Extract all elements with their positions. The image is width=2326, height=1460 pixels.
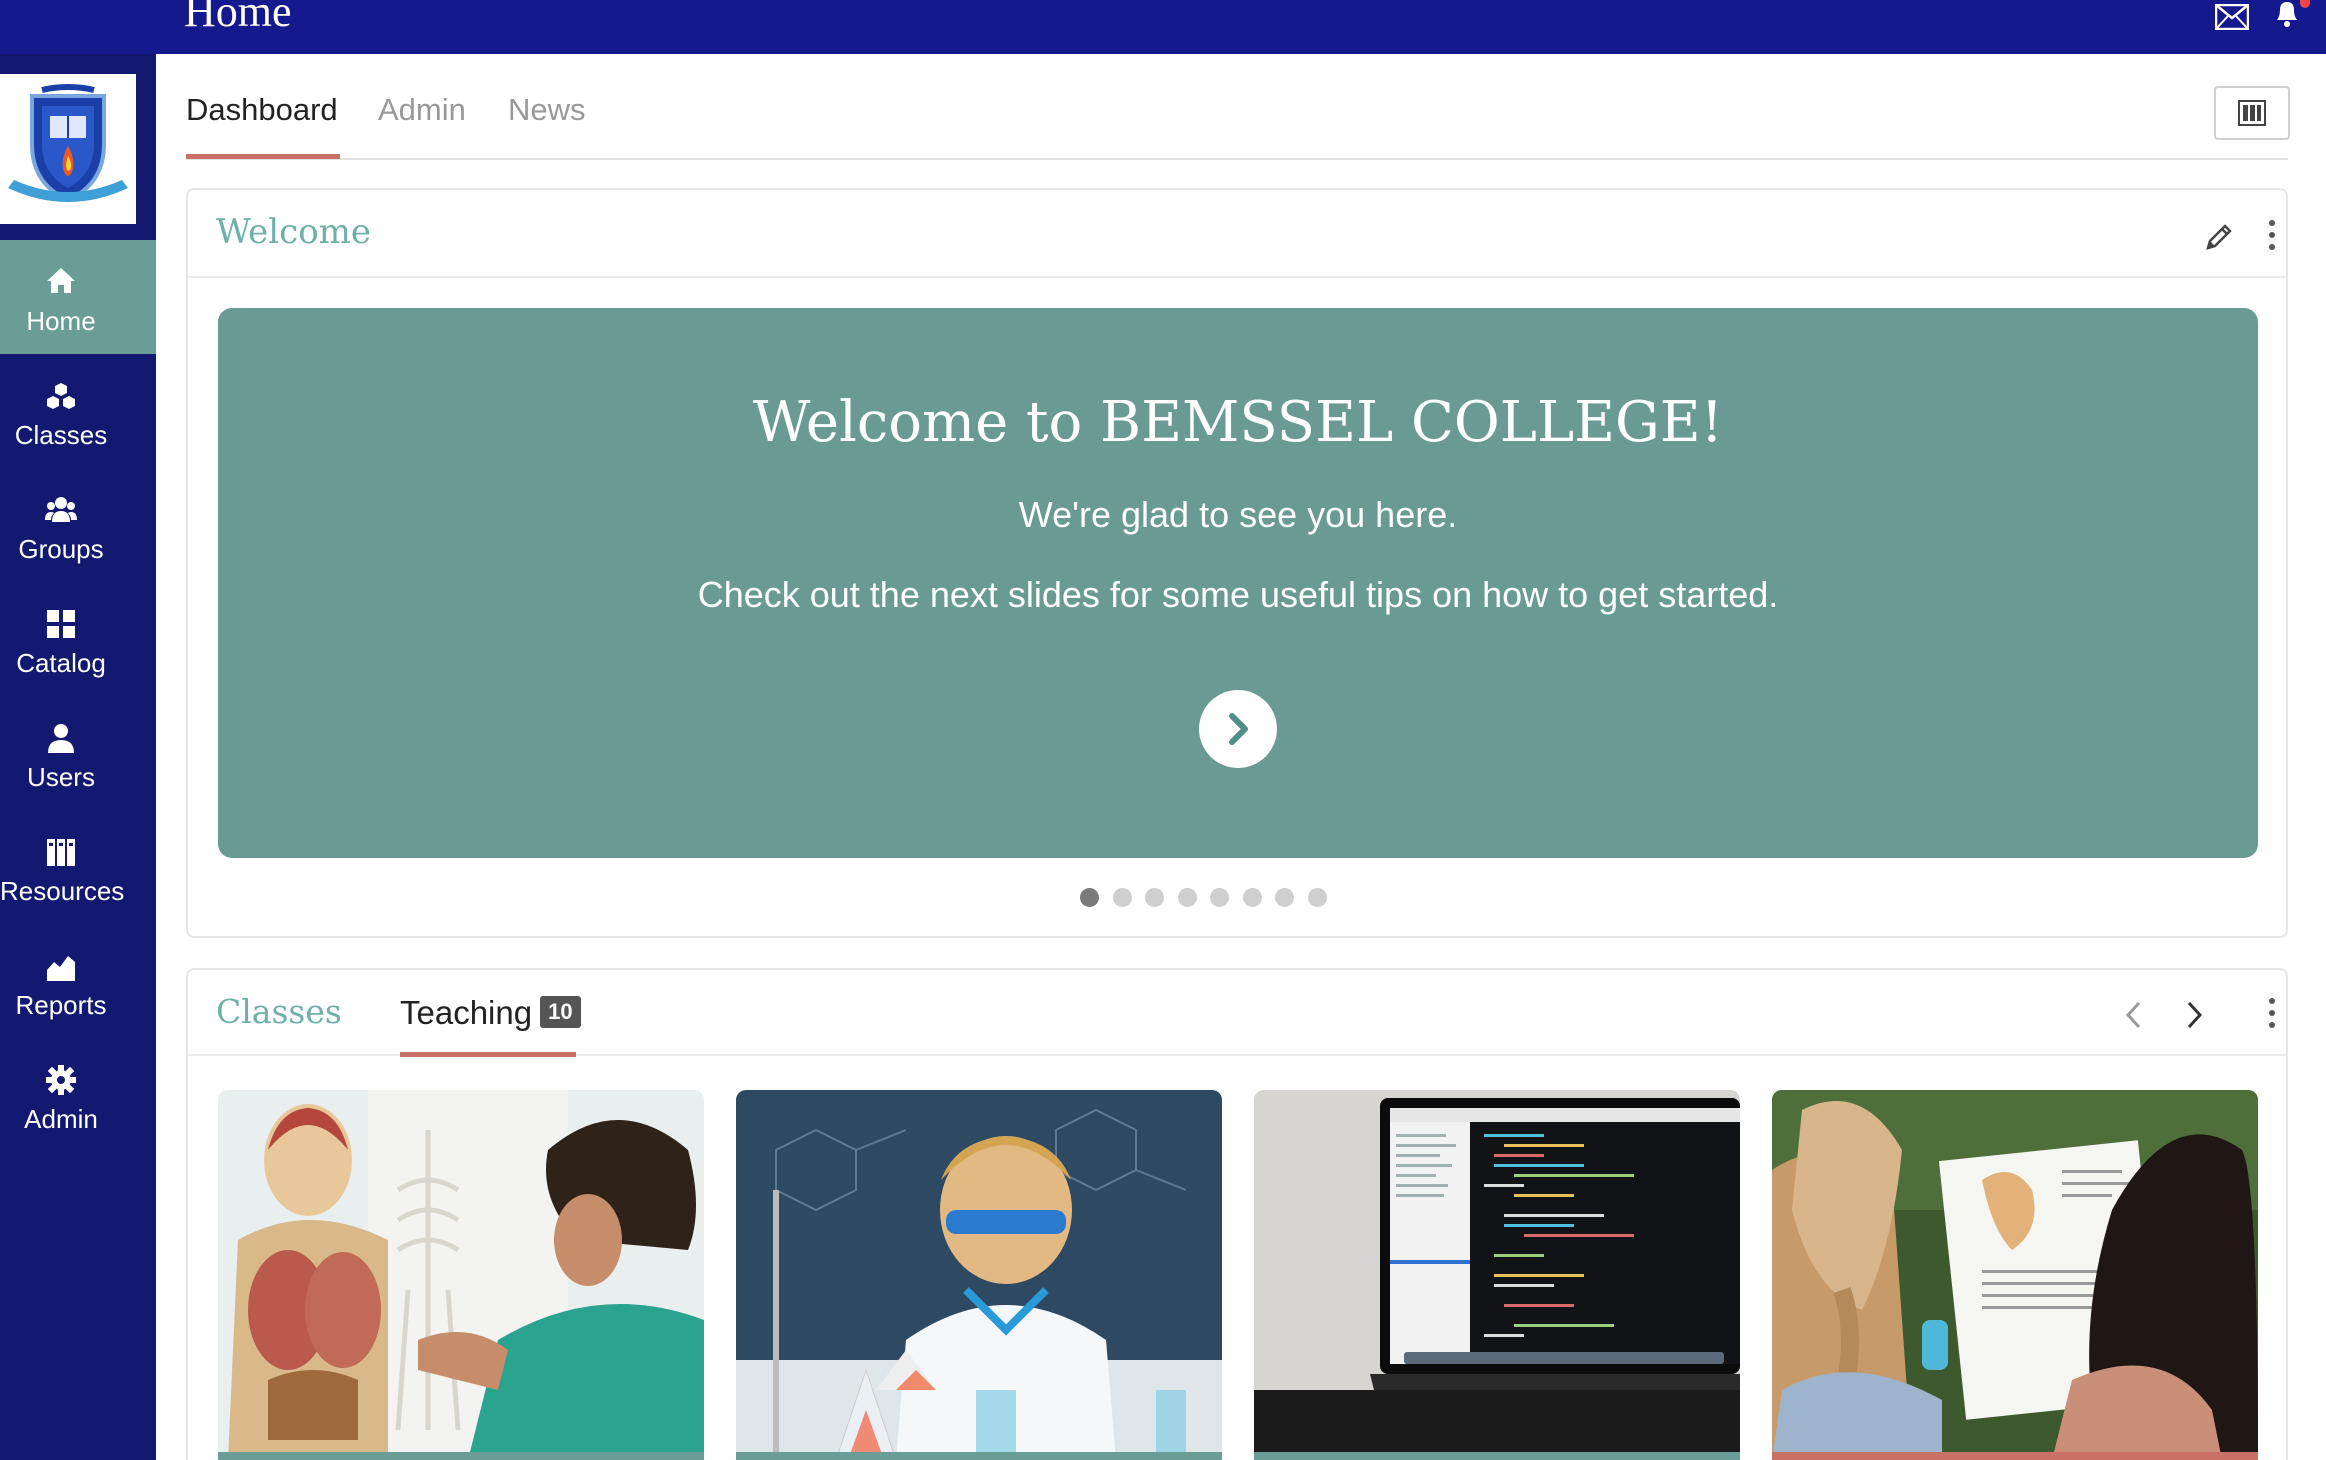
sidebar-item-label: Classes (14, 420, 108, 450)
classes-icon (47, 383, 75, 409)
groups-icon (45, 497, 77, 522)
classes-title[interactable]: Classes (216, 992, 342, 1031)
reports-icon (47, 956, 75, 981)
slide-line-2: Check out the next slides for some usefu… (697, 574, 1779, 615)
thumbnail-strip (218, 1452, 704, 1460)
layout-columns-icon (2238, 100, 2266, 126)
teaching-label: Teaching (400, 994, 533, 1031)
sidebar-item-label: Admin (24, 1104, 98, 1134)
teaching-tab-indicator (400, 1052, 576, 1057)
main-content: Dashboard Admin News Welcome Welcome to … (156, 54, 2326, 1460)
thumbnail-strip (1254, 1452, 1740, 1460)
welcome-title: Welcome (216, 212, 372, 252)
carousel-dot[interactable] (1145, 888, 1164, 907)
sidebar-item-home[interactable]: Home (0, 240, 156, 354)
more-vertical-icon[interactable] (2266, 996, 2278, 1035)
sidebar-item-admin[interactable]: Admin (0, 1038, 156, 1152)
tab-dashboard[interactable]: Dashboard (186, 92, 338, 128)
layout-button[interactable] (2214, 86, 2290, 140)
sidebar-item-classes[interactable]: Classes (0, 354, 156, 468)
user-icon (48, 724, 74, 753)
gear-icon (46, 1065, 76, 1095)
tab-news[interactable]: News (508, 92, 586, 128)
sidebar-item-label: Reports (15, 990, 107, 1020)
slide-line-1: We're glad to see you here. (1018, 494, 1458, 535)
top-bar: Home (0, 0, 2326, 54)
class-thumbnail-geography[interactable] (1772, 1090, 2258, 1460)
welcome-card: Welcome Welcome to BEMSSEL COLLEGE! We'r… (186, 188, 2288, 938)
chevron-right-icon (1229, 713, 1248, 745)
sidebar-item-catalog[interactable]: Catalog (0, 582, 156, 696)
notification-dot (2300, 0, 2310, 8)
chevron-right-icon[interactable] (2184, 1000, 2204, 1035)
carousel-dots (188, 888, 2286, 908)
resources-icon (47, 839, 75, 866)
sidebar-item-label: Catalog (16, 648, 106, 678)
carousel-dot[interactable] (1177, 888, 1197, 907)
sidebar-item-label: Resources (0, 876, 125, 906)
carousel-dot[interactable] (1210, 888, 1229, 907)
classes-card: Classes Teaching 10 (186, 968, 2288, 1460)
active-tab-indicator (186, 154, 340, 159)
catalog-icon (47, 610, 75, 638)
classes-card-header: Classes Teaching 10 (188, 970, 2286, 1057)
sidebar-item-label: Users (27, 762, 95, 792)
school-logo[interactable] (0, 74, 136, 224)
more-vertical-icon[interactable] (2266, 218, 2278, 257)
pencil-icon[interactable] (2204, 222, 2234, 257)
tab-teaching[interactable]: Teaching 10 (400, 994, 581, 1032)
teaching-count-badge: 10 (540, 996, 581, 1029)
sidebar-item-resources[interactable]: Resources (0, 810, 156, 924)
carousel-dot[interactable] (1080, 888, 1099, 907)
carousel-dot[interactable] (1275, 888, 1294, 907)
welcome-card-header: Welcome (188, 190, 2286, 278)
page-title: Home (184, 0, 292, 36)
thumbnail-strip (736, 1452, 1222, 1460)
sidebar: Home Classes Groups Catalog Users Resour… (0, 54, 156, 1460)
sidebar-item-users[interactable]: Users (0, 696, 156, 810)
sidebar-item-groups[interactable]: Groups (0, 468, 156, 582)
thumbnail-strip (1772, 1452, 2258, 1460)
class-thumbnail-anatomy[interactable] (218, 1090, 704, 1460)
tab-admin[interactable]: Admin (378, 92, 466, 128)
bell-icon[interactable] (2272, 0, 2302, 33)
tabs-divider (186, 158, 2288, 160)
home-icon (47, 268, 75, 293)
welcome-slide: Welcome to BEMSSEL COLLEGE! We're glad t… (218, 308, 2258, 858)
slide-heading: Welcome to BEMSSEL COLLEGE! (752, 390, 1724, 455)
sidebar-item-label: Home (26, 306, 96, 336)
carousel-dot[interactable] (1112, 888, 1132, 907)
class-thumbnail-laptop[interactable] (1254, 1090, 1740, 1460)
sidebar-item-reports[interactable]: Reports (0, 924, 156, 1038)
sidebar-item-label: Groups (18, 534, 104, 564)
carousel-dot[interactable] (1242, 888, 1262, 907)
slide-next-button[interactable] (1199, 690, 1277, 768)
carousel-dot[interactable] (1307, 888, 1327, 907)
chevron-left-icon[interactable] (2124, 1000, 2144, 1035)
mail-icon[interactable] (2214, 3, 2250, 35)
class-thumbnail-chemistry[interactable] (736, 1090, 1222, 1460)
